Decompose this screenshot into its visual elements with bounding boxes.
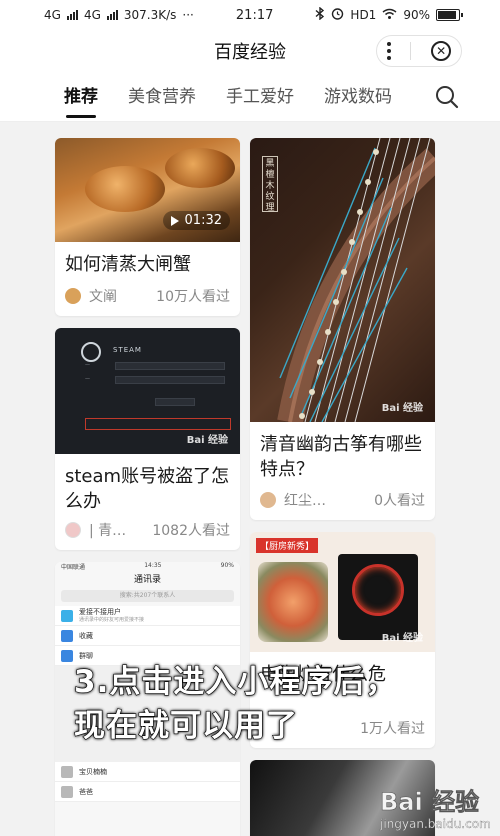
tab-recommend[interactable]: 推荐 (64, 72, 98, 122)
list-item: 收藏 (55, 626, 240, 646)
avatar (61, 785, 73, 798)
signal-icon-2 (106, 10, 118, 20)
network-speed: 307.3K/s (123, 8, 177, 22)
instruction-line-1: 3.点击进入小程序后， (73, 663, 398, 700)
status-right: HD1 90% (315, 6, 463, 23)
article-author: 文阐 (89, 289, 117, 305)
more-dots-icon[interactable] (386, 42, 391, 60)
video-duration-badge: 01:32 (162, 211, 230, 230)
mini-carrier: 中国联通 (61, 564, 86, 571)
mini-time: 14:35 (144, 562, 162, 569)
category-tabs: 推荐 美食营养 手工爱好 游戏数码 (0, 72, 500, 122)
article-title: steam账号被盗了怎么办 (65, 466, 230, 512)
more-status-dots: ··· (182, 8, 194, 22)
list-item: 宝贝楠楠 (55, 762, 240, 782)
avatar (260, 492, 276, 508)
network-label-2: 4G (83, 8, 101, 22)
article-views: 1082人看过 (152, 523, 230, 539)
tab-games[interactable]: 游戏数码 (324, 72, 392, 122)
article-views: 0人看过 (374, 493, 425, 509)
network-label-1: 4G (44, 8, 61, 22)
favorites-icon (61, 629, 73, 642)
list-item-label: 群聊 (79, 651, 93, 660)
article-author: | 青… (89, 523, 127, 539)
bluetooth-icon (315, 6, 325, 23)
article-meta: 文阐 10万人看过 (65, 286, 230, 306)
article-thumbnail: 黑檀木纹理 Bai 经验 (250, 138, 435, 422)
article-card-steam[interactable]: STEAM — — Bai 经验 steam账号被盗了怎么办 | 青… 1082… (55, 328, 240, 550)
video-duration: 01:32 (184, 213, 222, 228)
steam-logo-icon (81, 342, 101, 362)
play-icon (170, 215, 179, 226)
signal-icon (66, 10, 78, 20)
status-time: 21:17 (235, 7, 274, 23)
mini-page-title: 通讯录 (133, 575, 161, 585)
steam-field-label: — (85, 362, 90, 368)
close-circle-icon[interactable]: ✕ (431, 41, 452, 61)
list-item-sub: 通讯录中的好友可用爱接不接 (79, 617, 145, 623)
highlight-box (85, 418, 231, 430)
alarm-icon (331, 7, 344, 23)
search-icon[interactable] (434, 84, 460, 110)
baidu-jingyan-watermark: Bai 经验 jingyan.baidu.com (380, 782, 491, 831)
steam-login-button (155, 398, 195, 406)
list-item-label: 宝贝楠楠 (79, 767, 107, 776)
instruction-line-2: 现在就可以用了 (73, 707, 298, 744)
steam-logo-text: STEAM (113, 346, 142, 354)
cooker-shape (338, 554, 418, 640)
heating-ring-shape (352, 564, 404, 616)
baidu-watermark: Bai 经验 (381, 633, 423, 644)
list-item: 爸爸 (55, 782, 240, 802)
steam-username-field (115, 362, 225, 370)
mini-search-bar: 搜索:共207个联系人 (61, 590, 234, 602)
avatar (61, 765, 73, 778)
food-plate-shape (258, 562, 328, 642)
battery-icon (436, 9, 463, 21)
article-meta: 红尘… 0人看过 (260, 490, 425, 510)
article-title: 清音幽韵古筝有哪些特点？ (260, 434, 422, 480)
crab-shape (165, 148, 235, 188)
avatar (65, 522, 81, 538)
avatar (65, 288, 81, 304)
article-views: 10万人看过 (156, 289, 230, 305)
article-title: 如何清蒸大闸蟹 (65, 254, 191, 275)
hd-label: HD1 (350, 8, 377, 22)
article-card-crab[interactable]: 01:32 如何清蒸大闸蟹 文阐 10万人看过 (55, 138, 240, 316)
product-banner: 【厨房新秀】 (256, 538, 319, 553)
instruction-overlay: 3.点击进入小程序后， 现在就可以用了 (73, 660, 398, 748)
capsule-divider (410, 42, 412, 60)
status-left: 4G 4G 307.3K/s ··· (44, 8, 194, 22)
watermark-logo: Bai 经验 (380, 788, 480, 817)
baidu-watermark: Bai 经验 (186, 435, 228, 446)
watermark-url: jingyan.baidu.com (380, 817, 491, 831)
tab-handcraft[interactable]: 手工爱好 (226, 72, 294, 122)
steam-field-label: — (85, 376, 90, 382)
status-bar: 4G 4G 307.3K/s ··· 21:17 HD1 90% (0, 0, 500, 30)
list-item: 爱接不接用户 通讯录中的好友可用爱接不接 (55, 606, 240, 626)
article-thumbnail: 【厨房新秀】 Bai 经验 (250, 532, 435, 652)
tab-food[interactable]: 美食营养 (128, 72, 196, 122)
battery-percent: 90% (403, 8, 430, 22)
article-meta: | 青… 1082人看过 (65, 520, 230, 540)
baidu-watermark: Bai 经验 (381, 403, 423, 414)
title-bar: 百度经验 ✕ (0, 30, 500, 72)
page-title: 百度经验 (214, 42, 286, 63)
mini-status-bar: 中国联通 14:35 90% (55, 562, 240, 572)
list-item-label: 爱接不接用户 (79, 608, 121, 616)
article-thumbnail: 01:32 (55, 138, 240, 242)
wood-grain-label: 黑檀木纹理 (262, 156, 278, 213)
list-item-label: 爸爸 (79, 787, 93, 796)
article-thumbnail: STEAM — — Bai 经验 (55, 328, 240, 454)
steam-password-field (115, 376, 225, 384)
crab-shape (85, 166, 165, 212)
miniapp-capsule: ✕ (376, 35, 462, 67)
group-chat-icon (61, 649, 73, 662)
contact-icon (61, 609, 73, 622)
article-author: 红尘… (284, 493, 326, 509)
article-card-guzheng[interactable]: 黑檀木纹理 Bai 经验 清音幽韵古筝有哪些特点？ 红尘… 0人看过 (250, 138, 435, 520)
mini-battery: 90% (220, 562, 234, 569)
list-item-label: 收藏 (79, 631, 93, 640)
wifi-icon (382, 8, 397, 23)
